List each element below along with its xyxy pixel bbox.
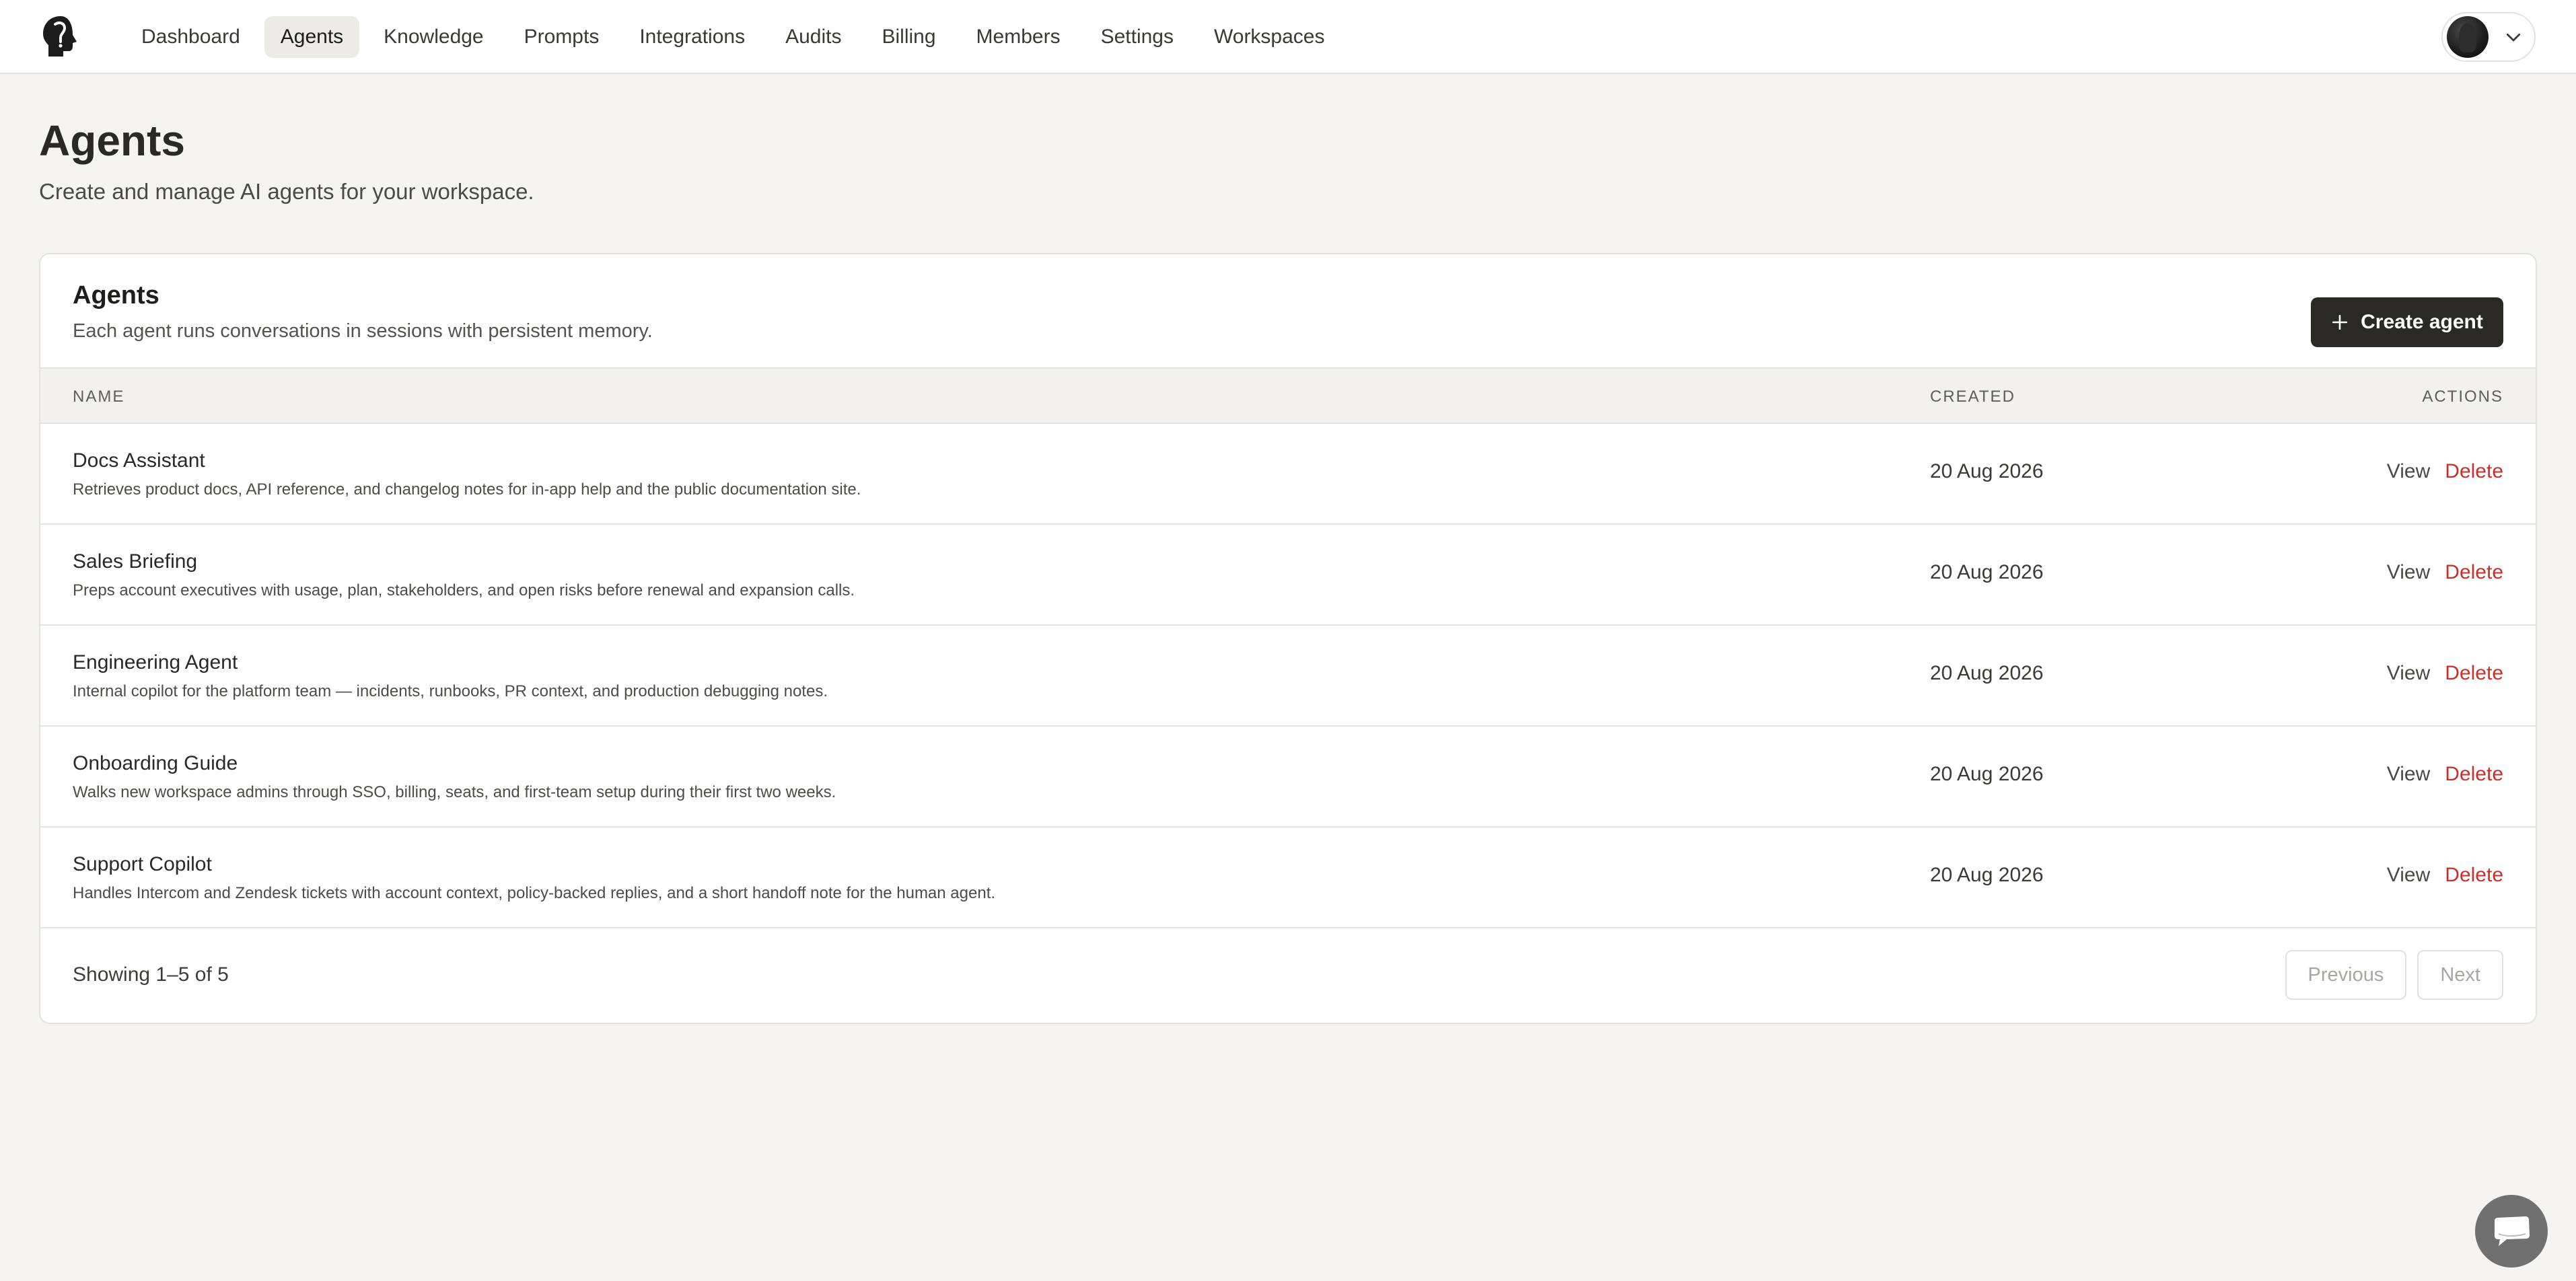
agent-description: Internal copilot for the platform team —… (73, 682, 828, 700)
nav-item-knowledge[interactable]: Knowledge (367, 16, 499, 58)
agent-name[interactable]: Sales Briefing (73, 550, 197, 573)
row-actions: View Delete (2387, 662, 2503, 685)
nav-item-settings[interactable]: Settings (1085, 16, 1190, 58)
agent-created-date: 20 Aug 2026 (1930, 864, 2044, 886)
nav-item-billing[interactable]: Billing (866, 16, 952, 58)
card-subtitle: Each agent runs conversations in session… (73, 320, 653, 342)
delete-button[interactable]: Delete (2445, 460, 2503, 483)
agent-description: Retrieves product docs, API reference, a… (73, 480, 861, 499)
account-menu-button[interactable] (2441, 12, 2536, 62)
delete-button[interactable]: Delete (2445, 662, 2503, 685)
page-subtitle: Create and manage AI agents for your wor… (39, 179, 534, 204)
row-actions: View Delete (2387, 561, 2503, 584)
view-button[interactable]: View (2387, 460, 2430, 483)
table-row[interactable]: Docs Assistant Retrieves product docs, A… (40, 424, 2536, 525)
table-header: NAME CREATED ACTIONS (40, 367, 2536, 424)
column-header-actions: ACTIONS (2422, 388, 2503, 406)
nav-item-integrations[interactable]: Integrations (623, 16, 761, 58)
agents-card: Agents Each agent runs conversations in … (39, 253, 2537, 1024)
page-title: Agents (39, 116, 185, 165)
view-button[interactable]: View (2387, 864, 2430, 887)
card-title: Agents (73, 281, 159, 309)
view-button[interactable]: View (2387, 763, 2430, 786)
row-actions: View Delete (2387, 460, 2503, 483)
agent-created-date: 20 Aug 2026 (1930, 460, 2044, 482)
top-navbar: Dashboard Agents Knowledge Prompts Integ… (0, 0, 2576, 74)
agent-description: Preps account executives with usage, pla… (73, 581, 855, 599)
main-nav: Dashboard Agents Knowledge Prompts Integ… (125, 16, 1341, 58)
agent-description: Handles Intercom and Zendesk tickets wit… (73, 884, 996, 902)
table-row[interactable]: Onboarding Guide Walks new workspace adm… (40, 727, 2536, 828)
plus-icon (2332, 314, 2348, 330)
table-row[interactable]: Engineering Agent Internal copilot for t… (40, 626, 2536, 727)
chat-bubble-icon (2495, 1216, 2530, 1246)
chevron-down-icon (2506, 33, 2521, 42)
nav-item-workspaces[interactable]: Workspaces (1198, 16, 1341, 58)
nav-item-audits[interactable]: Audits (769, 16, 857, 58)
agent-created-date: 20 Aug 2026 (1930, 561, 2044, 583)
nav-item-members[interactable]: Members (960, 16, 1077, 58)
column-header-created[interactable]: CREATED (1930, 388, 2015, 406)
nav-item-dashboard[interactable]: Dashboard (125, 16, 256, 58)
table-row[interactable]: Sales Briefing Preps account executives … (40, 525, 2536, 626)
agent-name[interactable]: Support Copilot (73, 853, 212, 876)
create-agent-button[interactable]: Create agent (2311, 297, 2503, 347)
nav-item-prompts[interactable]: Prompts (508, 16, 616, 58)
view-button[interactable]: View (2387, 662, 2430, 685)
create-agent-label: Create agent (2361, 311, 2483, 333)
agent-name[interactable]: Docs Assistant (73, 449, 205, 472)
chat-launcher-button[interactable] (2475, 1195, 2548, 1268)
agent-description: Walks new workspace admins through SSO, … (73, 783, 836, 801)
agent-created-date: 20 Aug 2026 (1930, 662, 2044, 684)
table-row[interactable]: Support Copilot Handles Intercom and Zen… (40, 828, 2536, 928)
row-actions: View Delete (2387, 763, 2503, 786)
view-button[interactable]: View (2387, 561, 2430, 584)
pagination-controls: Previous Next (2285, 950, 2503, 1000)
agent-name[interactable]: Onboarding Guide (73, 752, 238, 775)
head-logo-icon[interactable] (40, 15, 82, 58)
agent-created-date: 20 Aug 2026 (1930, 763, 2044, 785)
delete-button[interactable]: Delete (2445, 864, 2503, 887)
previous-page-button[interactable]: Previous (2285, 950, 2407, 1000)
pagination-summary: Showing 1–5 of 5 (73, 963, 229, 986)
agent-name[interactable]: Engineering Agent (73, 651, 238, 674)
delete-button[interactable]: Delete (2445, 763, 2503, 786)
delete-button[interactable]: Delete (2445, 561, 2503, 584)
nav-item-agents[interactable]: Agents (264, 16, 360, 58)
row-actions: View Delete (2387, 864, 2503, 887)
next-page-button[interactable]: Next (2417, 950, 2503, 1000)
column-header-name[interactable]: NAME (73, 388, 124, 406)
avatar (2447, 16, 2489, 58)
